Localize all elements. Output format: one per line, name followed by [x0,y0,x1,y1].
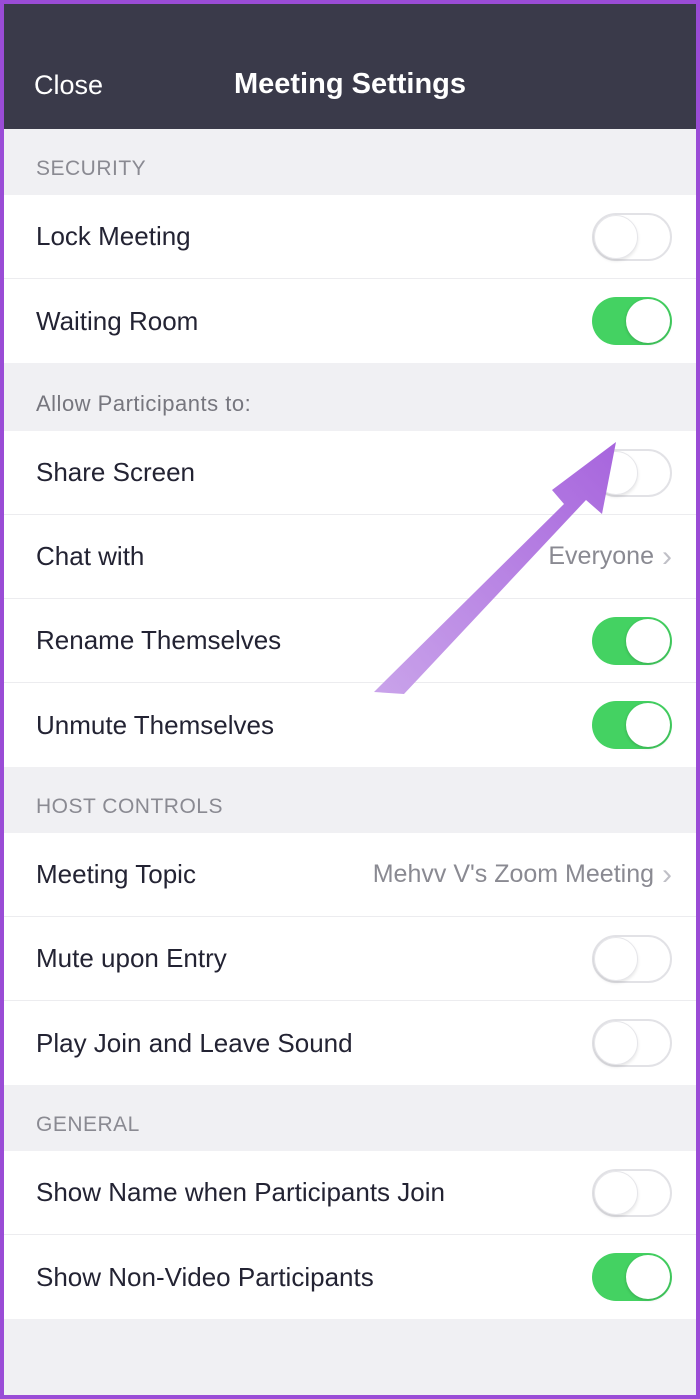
section-header-allow: Allow Participants to: [4,363,696,431]
toggle-mute-upon-entry[interactable] [592,935,672,983]
label-mute-upon-entry: Mute upon Entry [36,943,227,974]
toggle-show-nonvideo[interactable] [592,1253,672,1301]
toggle-share-screen[interactable] [592,449,672,497]
label-unmute-themselves: Unmute Themselves [36,710,274,741]
label-show-nonvideo: Show Non-Video Participants [36,1262,374,1293]
row-waiting-room: Waiting Room [4,279,696,363]
header-bar: Close Meeting Settings [4,4,696,129]
row-mute-upon-entry: Mute upon Entry [4,917,696,1001]
row-meeting-topic[interactable]: Meeting Topic Mehvv V's Zoom Meeting › [4,833,696,917]
section-host: Meeting Topic Mehvv V's Zoom Meeting › M… [4,833,696,1085]
section-allow: Share Screen Chat with Everyone › Rename… [4,431,696,767]
chevron-right-icon: › [662,860,672,890]
section-header-general: GENERAL [4,1085,696,1151]
section-general: Show Name when Participants Join Show No… [4,1151,696,1319]
label-meeting-topic: Meeting Topic [36,859,196,890]
toggle-unmute-themselves[interactable] [592,701,672,749]
row-play-sound: Play Join and Leave Sound [4,1001,696,1085]
row-share-screen: Share Screen [4,431,696,515]
page-title: Meeting Settings [4,68,696,101]
section-header-host: HOST CONTROLS [4,767,696,833]
label-lock-meeting: Lock Meeting [36,221,191,252]
section-header-security: SECURITY [4,129,696,195]
chevron-right-icon: › [662,542,672,572]
label-rename-themselves: Rename Themselves [36,625,281,656]
row-chat-with[interactable]: Chat with Everyone › [4,515,696,599]
toggle-play-sound[interactable] [592,1019,672,1067]
toggle-rename-themselves[interactable] [592,617,672,665]
row-show-name: Show Name when Participants Join [4,1151,696,1235]
row-show-nonvideo: Show Non-Video Participants [4,1235,696,1319]
section-security: Lock Meeting Waiting Room [4,195,696,363]
toggle-waiting-room[interactable] [592,297,672,345]
label-share-screen: Share Screen [36,457,195,488]
value-chat-with: Everyone [548,542,654,571]
value-meeting-topic: Mehvv V's Zoom Meeting [373,860,654,889]
label-show-name: Show Name when Participants Join [36,1177,445,1208]
close-button[interactable]: Close [34,70,103,101]
row-unmute-themselves: Unmute Themselves [4,683,696,767]
toggle-show-name[interactable] [592,1169,672,1217]
label-chat-with: Chat with [36,541,144,572]
label-play-sound: Play Join and Leave Sound [36,1028,353,1059]
row-rename-themselves: Rename Themselves [4,599,696,683]
toggle-lock-meeting[interactable] [592,213,672,261]
label-waiting-room: Waiting Room [36,306,198,337]
row-lock-meeting: Lock Meeting [4,195,696,279]
